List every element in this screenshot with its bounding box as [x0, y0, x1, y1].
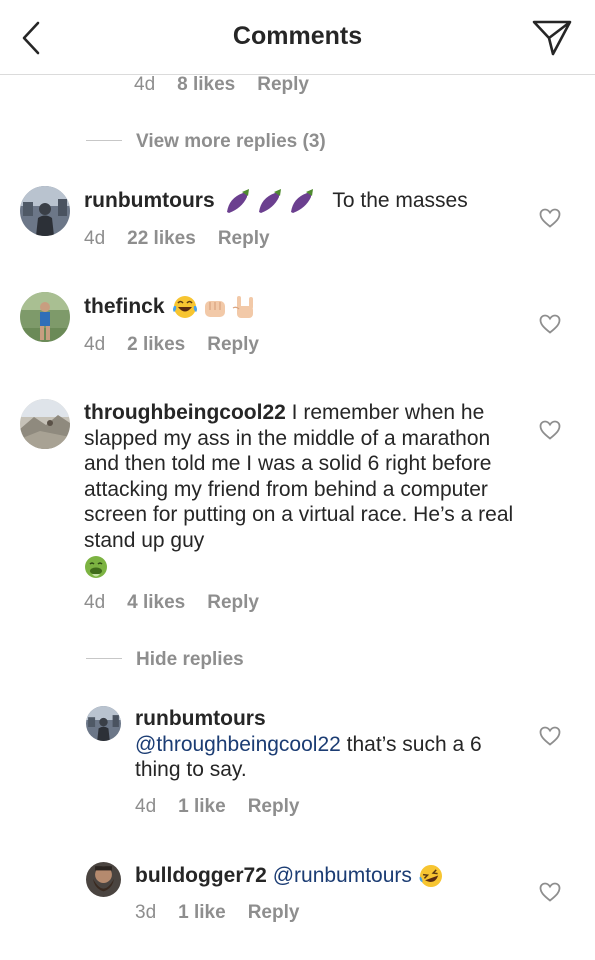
- comment-meta: 3d 1 like Reply: [135, 902, 299, 924]
- comment-body: thefinck: [84, 294, 514, 320]
- reply-button[interactable]: Reply: [257, 74, 309, 95]
- avatar[interactable]: [86, 706, 121, 741]
- reply-button[interactable]: Reply: [207, 334, 259, 355]
- reply-username[interactable]: bulldogger72: [135, 864, 267, 887]
- reaction-emoji-group: [172, 295, 262, 319]
- mention-link[interactable]: @throughbeingcool22: [135, 733, 341, 756]
- paper-plane-icon[interactable]: [531, 18, 573, 58]
- comment-meta: 4d 22 likes Reply: [84, 228, 270, 250]
- comment-body: runbumtours To the masses: [84, 188, 514, 214]
- likes-count[interactable]: 4 likes: [127, 592, 185, 613]
- reply-body: runbumtours @throughbeingcool22 that’s s…: [135, 706, 515, 783]
- comment-username[interactable]: throughbeingcool22: [84, 401, 286, 424]
- fist-icon: [205, 301, 226, 318]
- comment-time: 4d: [84, 592, 106, 613]
- likes-count[interactable]: 22 likes: [127, 228, 196, 249]
- avatar[interactable]: [20, 186, 70, 236]
- comments-header: Comments: [0, 0, 595, 75]
- likes-count[interactable]: 2 likes: [127, 334, 185, 355]
- reply-button[interactable]: Reply: [248, 902, 300, 923]
- reply-button[interactable]: Reply: [218, 228, 270, 249]
- likes-count[interactable]: 8 likes: [177, 74, 235, 95]
- avatar[interactable]: [20, 292, 70, 342]
- view-more-replies-button[interactable]: View more replies (3): [86, 131, 326, 153]
- heart-icon[interactable]: [539, 208, 561, 228]
- hide-replies-button[interactable]: Hide replies: [86, 649, 244, 671]
- comment-time: 3d: [135, 902, 157, 923]
- heart-icon[interactable]: [539, 726, 561, 746]
- rolling-laughing-icon: [419, 865, 442, 888]
- heart-icon[interactable]: [539, 420, 561, 440]
- likes-count[interactable]: 1 like: [178, 902, 226, 923]
- laughing-tears-icon: [173, 296, 198, 319]
- nauseated-face-icon: [85, 556, 107, 578]
- comment-time: 4d: [135, 796, 157, 817]
- view-more-replies-label: View more replies (3): [136, 131, 326, 152]
- eggplant-emoji-group: [225, 189, 327, 214]
- reply-username[interactable]: runbumtours: [135, 706, 515, 732]
- comment-meta: 4d 4 likes Reply: [84, 592, 259, 614]
- avatar[interactable]: [20, 399, 70, 449]
- heart-icon[interactable]: [539, 314, 561, 334]
- comment-meta: 4d 2 likes Reply: [84, 334, 259, 356]
- reply-button[interactable]: Reply: [248, 796, 300, 817]
- comment-time: 4d: [134, 74, 156, 95]
- comment-text: To the masses: [332, 189, 468, 212]
- comment-meta: 4d 1 like Reply: [135, 796, 299, 818]
- heart-icon[interactable]: [539, 882, 561, 902]
- page-title: Comments: [232, 22, 363, 50]
- hide-replies-label: Hide replies: [136, 649, 244, 670]
- reply-body: bulldogger72 @runbumtours: [135, 863, 515, 889]
- mention-link[interactable]: @runbumtours: [273, 864, 412, 887]
- thread-divider: [86, 658, 122, 660]
- comment-username[interactable]: runbumtours: [84, 189, 215, 212]
- avatar[interactable]: [86, 862, 121, 897]
- thread-divider: [86, 140, 122, 142]
- reply-button[interactable]: Reply: [207, 592, 259, 613]
- comment-meta: 4d 8 likes Reply: [134, 74, 309, 96]
- likes-count[interactable]: 1 like: [178, 796, 226, 817]
- comment-time: 4d: [84, 228, 106, 249]
- comment-username[interactable]: thefinck: [84, 295, 165, 318]
- comment-time: 4d: [84, 334, 106, 355]
- eggplant-icon: [226, 189, 313, 214]
- comment-body: throughbeingcool22 I remember when he sl…: [84, 400, 514, 579]
- rock-on-hand-icon: [233, 296, 254, 319]
